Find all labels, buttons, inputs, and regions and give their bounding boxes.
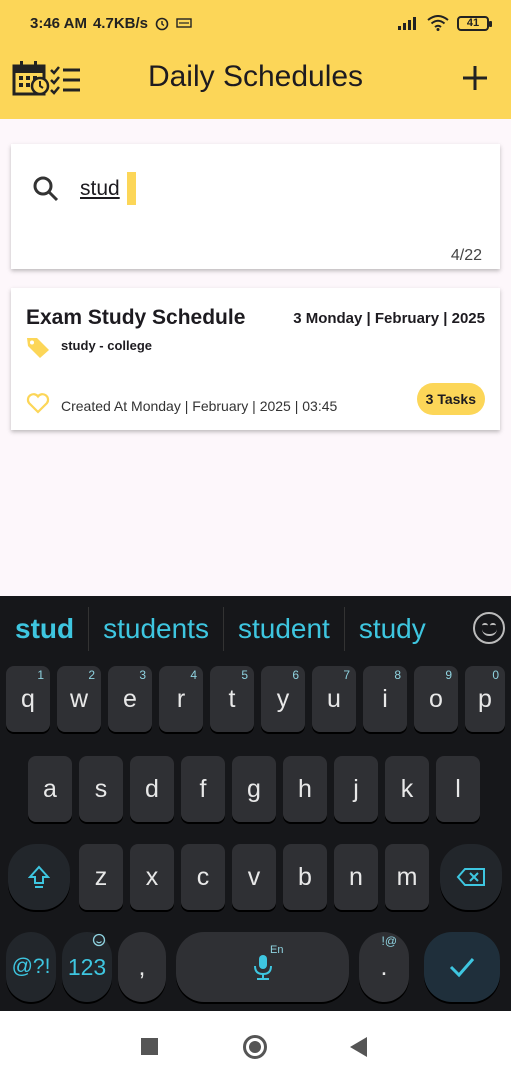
search-input[interactable]: stud: [80, 177, 120, 201]
key-p[interactable]: 0p: [465, 666, 505, 732]
recents-button-icon[interactable]: [141, 1038, 158, 1055]
schedule-card[interactable]: Exam Study Schedule 3 Monday | February …: [11, 288, 500, 430]
suggestion-item[interactable]: study: [345, 607, 440, 651]
schedule-title: Exam Study Schedule: [26, 306, 246, 329]
key-l[interactable]: l: [436, 756, 480, 822]
key-n[interactable]: n: [334, 844, 378, 910]
suggestion-bar: stud students student study: [0, 596, 511, 662]
numbers-key[interactable]: 123: [62, 932, 112, 1002]
add-schedule-button[interactable]: [457, 60, 493, 96]
microphone-icon: [253, 955, 272, 980]
key-y[interactable]: 6y: [261, 666, 305, 732]
search-char-counter: 4/22: [450, 247, 482, 264]
key-z[interactable]: z: [79, 844, 123, 910]
key-u[interactable]: 7u: [312, 666, 356, 732]
search-card: stud 4/22: [11, 144, 500, 269]
soft-keyboard: stud students student study 1q 2w 3e 4r …: [0, 596, 511, 1011]
shift-key[interactable]: [8, 844, 70, 910]
home-button-icon[interactable]: [243, 1035, 267, 1059]
status-speed: 4.7KB/s: [92, 14, 148, 32]
space-key[interactable]: En: [176, 932, 349, 1002]
key-f[interactable]: f: [181, 756, 225, 822]
wifi-icon: [427, 15, 449, 31]
language-label: En: [270, 944, 284, 956]
status-time: 3:46 AM: [30, 14, 87, 32]
suggestion-item[interactable]: student: [224, 607, 345, 651]
shift-icon: [28, 865, 50, 888]
comma-key[interactable]: ,: [118, 932, 166, 1002]
symbols-key[interactable]: @?!: [6, 932, 56, 1002]
key-r[interactable]: 4r: [159, 666, 203, 732]
suggestion-item[interactable]: students: [89, 607, 224, 651]
favorite-heart-icon[interactable]: [26, 392, 50, 414]
key-w[interactable]: 2w: [57, 666, 101, 732]
schedule-tag: study - college: [61, 338, 153, 353]
backspace-icon: [456, 868, 485, 886]
schedule-date: 3 Monday | February | 2025: [293, 310, 485, 327]
key-e[interactable]: 3e: [108, 666, 152, 732]
key-t[interactable]: 5t: [210, 666, 254, 732]
schedule-created: Created At Monday | February | 2025 | 03…: [61, 398, 338, 414]
key-m[interactable]: m: [385, 844, 429, 910]
page-title: Daily Schedules: [147, 60, 364, 93]
key-d[interactable]: d: [130, 756, 174, 822]
key-g[interactable]: g: [232, 756, 276, 822]
battery-icon: 41: [457, 15, 492, 31]
key-x[interactable]: x: [130, 844, 174, 910]
key-k[interactable]: k: [385, 756, 429, 822]
key-a[interactable]: a: [28, 756, 72, 822]
back-button-icon[interactable]: [350, 1037, 367, 1057]
key-i[interactable]: 8i: [363, 666, 407, 732]
key-q[interactable]: 1q: [6, 666, 50, 732]
emoji-icon[interactable]: [473, 612, 505, 644]
status-bar: 3:46 AM 4.7KB/s 41: [0, 0, 511, 46]
search-icon: [33, 176, 59, 202]
emoji-small-icon: [92, 933, 106, 947]
period-key[interactable]: !@ .: [359, 932, 409, 1002]
key-s[interactable]: s: [79, 756, 123, 822]
key-b[interactable]: b: [283, 844, 327, 910]
key-c[interactable]: c: [181, 844, 225, 910]
checkmark-icon: [449, 958, 475, 978]
text-cursor: [127, 172, 136, 205]
key-o[interactable]: 9o: [414, 666, 458, 732]
keyboard-status-icon: [176, 18, 192, 28]
alarm-icon: [155, 17, 169, 31]
signal-icon: [398, 17, 416, 30]
tag-icon: [27, 338, 49, 358]
key-h[interactable]: h: [283, 756, 327, 822]
system-nav-bar: [0, 1011, 511, 1080]
backspace-key[interactable]: [440, 844, 502, 910]
tasks-badge: 3 Tasks: [416, 383, 485, 415]
enter-key[interactable]: [424, 932, 500, 1002]
app-bar: Daily Schedules: [0, 46, 511, 119]
suggestion-item[interactable]: stud: [0, 607, 90, 651]
key-v[interactable]: v: [232, 844, 276, 910]
key-j[interactable]: j: [334, 756, 378, 822]
